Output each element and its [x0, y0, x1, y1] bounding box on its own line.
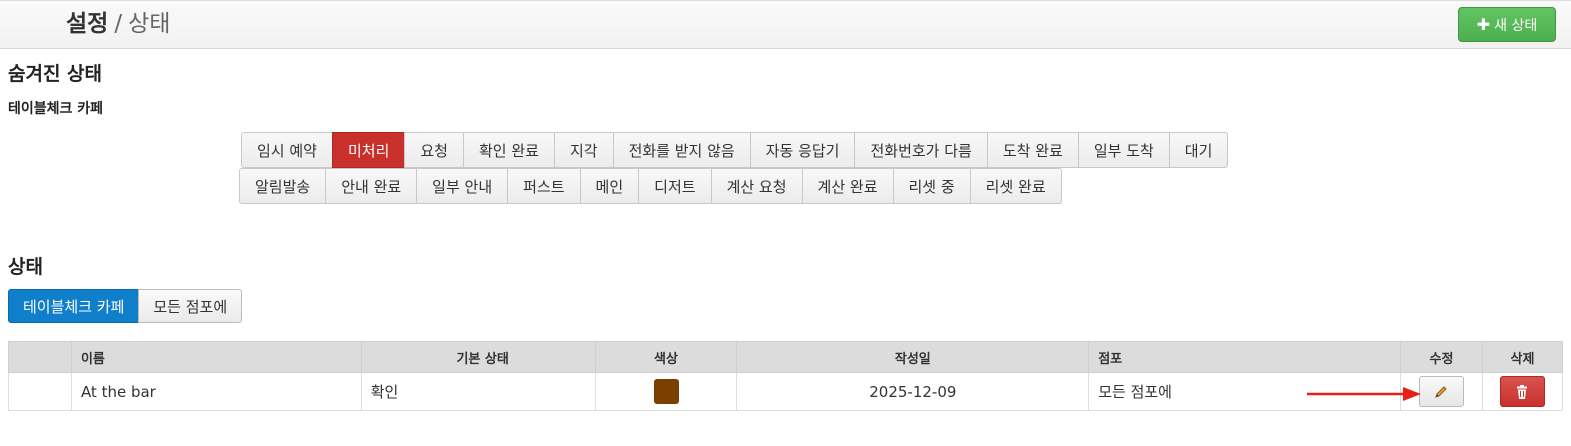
breadcrumb-separator: /: [114, 11, 123, 37]
table-header-row: 이름 기본 상태 색상 작성일 점포 수정 삭제: [8, 341, 1564, 373]
breadcrumb-current: 상태: [128, 11, 171, 37]
top-bar: 설정 / 상태 ✚ 새 상태: [0, 0, 1571, 49]
cell-base-status: 확인: [360, 372, 596, 411]
trash-icon: [1517, 384, 1528, 399]
row2-status-button-6[interactable]: 디저트: [638, 168, 712, 204]
cell-name: At the bar: [70, 372, 362, 411]
row2-status-button-5[interactable]: 메인: [579, 168, 640, 204]
row2-status-button-3[interactable]: 일부 안내: [416, 168, 509, 204]
row2-status-button-2[interactable]: 안내 완료: [325, 168, 418, 204]
hidden-status-title: 숨겨진 상태: [8, 63, 103, 85]
new-status-button[interactable]: ✚ 새 상태: [1458, 7, 1556, 42]
col-header-index: [8, 341, 72, 373]
row-handle: [8, 372, 72, 411]
col-header-store: 점포: [1088, 341, 1401, 373]
row1-status-button-6[interactable]: 전화를 받지 않음: [612, 132, 751, 168]
cell-date: 2025-12-09: [736, 372, 1090, 411]
color-swatch: [653, 379, 679, 404]
row1-status-button-8[interactable]: 전화번호가 다름: [854, 132, 988, 168]
row2-status-button-4[interactable]: 퍼스트: [507, 168, 581, 204]
row1-status-button-11[interactable]: 대기: [1168, 132, 1229, 168]
row2-status-button-9[interactable]: 리셋 중: [892, 168, 971, 204]
annotation-arrow: [1307, 387, 1421, 401]
row1-status-button-3[interactable]: 요청: [404, 132, 464, 168]
hidden-status-store: 테이블체크 카페: [8, 101, 104, 117]
col-header-name: 이름: [70, 341, 362, 373]
new-status-label: 새 상태: [1494, 17, 1538, 34]
col-header-date: 작성일: [736, 341, 1090, 373]
row1-status-button-4[interactable]: 확인 완료: [462, 132, 555, 168]
breadcrumb-root[interactable]: 설정: [66, 11, 108, 37]
hidden-status-row-1: 임시 예약 미처리 요청 확인 완료 지각 전화를 받지 않음 자동 응답기 전화번호가 다름…: [241, 132, 1229, 168]
scope-tabs: 테이블체크 카페 모든 점포에: [8, 289, 243, 323]
row2-status-button-8[interactable]: 계산 완료: [801, 168, 894, 204]
row2-status-button-10[interactable]: 리셋 완료: [969, 168, 1062, 204]
pencil-icon: [1435, 385, 1448, 398]
col-header-color: 색상: [594, 341, 738, 373]
delete-button[interactable]: [1499, 376, 1545, 407]
col-header-edit: 수정: [1399, 341, 1483, 373]
col-header-base-status: 기본 상태: [360, 341, 596, 373]
plus-icon: ✚: [1476, 15, 1491, 34]
row1-status-button-10[interactable]: 일부 도착: [1077, 132, 1170, 168]
scope-tab-all-stores[interactable]: 모든 점포에: [138, 289, 243, 323]
status-title: 상태: [8, 256, 43, 278]
col-header-delete: 삭제: [1481, 341, 1564, 373]
row1-status-button-9[interactable]: 도착 완료: [986, 132, 1079, 168]
row1-status-button-5[interactable]: 지각: [553, 132, 614, 168]
scope-tab-store[interactable]: 테이블체크 카페: [8, 289, 140, 323]
row2-status-button-7[interactable]: 계산 요청: [710, 168, 803, 204]
cell-color: [594, 372, 738, 411]
row1-status-button-7[interactable]: 자동 응답기: [749, 132, 856, 168]
breadcrumb: 설정 / 상태: [66, 9, 170, 39]
hidden-status-row-2: 알림발송 안내 완료 일부 안내 퍼스트 메인 디저트 계산 요청 계산 완료 리셋 중 리셋 완…: [239, 168, 1062, 204]
cell-delete: [1481, 372, 1564, 411]
row1-status-button-2[interactable]: 미처리: [331, 132, 406, 168]
row1-status-button-1[interactable]: 임시 예약: [241, 132, 333, 168]
row2-status-button-1[interactable]: 알림발송: [239, 168, 327, 204]
edit-button[interactable]: [1418, 376, 1464, 407]
